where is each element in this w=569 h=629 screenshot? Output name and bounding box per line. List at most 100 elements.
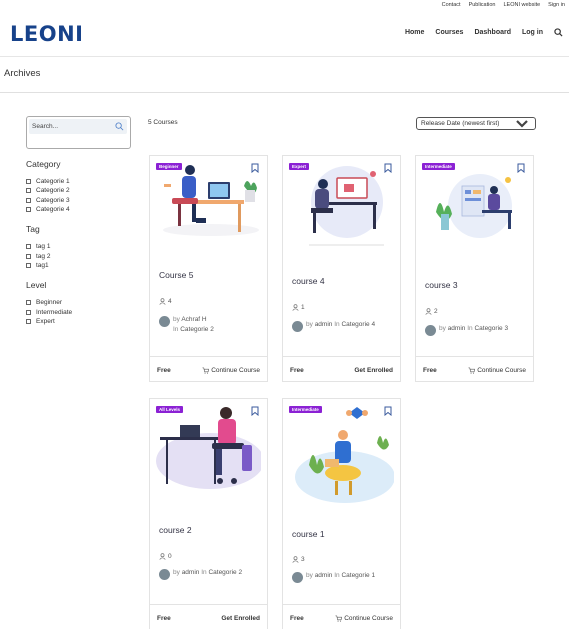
course-thumbnail[interactable] [289, 399, 394, 507]
category-filter-title: Category [26, 159, 61, 169]
course-title[interactable]: course 2 [159, 525, 192, 535]
checkbox[interactable] [26, 197, 31, 203]
card-footer: Free Continue Course [416, 356, 533, 383]
action-label: Continue Course [477, 366, 526, 374]
course-author: by admin In Categorie 4 [292, 321, 375, 332]
filter-option[interactable]: Categorie 4 [26, 205, 131, 214]
search-icon[interactable] [554, 28, 563, 37]
logo[interactable]: LEONI [10, 22, 83, 46]
course-author: by admin In Categorie 3 [425, 325, 508, 336]
bookmark-icon[interactable] [251, 163, 259, 173]
bookmark-icon[interactable] [384, 163, 392, 173]
filter-option-label: tag1 [36, 261, 49, 269]
filter-option[interactable]: Categorie 2 [26, 186, 131, 195]
level-badge: Beginner [156, 163, 182, 170]
bookmark-icon[interactable] [251, 406, 259, 416]
course-card[interactable]: Intermediate course 3 2 by admin In Cate… [415, 155, 534, 382]
course-title[interactable]: Course 5 [159, 270, 194, 280]
checkbox[interactable] [26, 188, 31, 194]
cart-icon [202, 367, 210, 374]
bookmark-icon[interactable] [384, 406, 392, 416]
author-name[interactable]: admin [315, 321, 333, 328]
sort-select[interactable]: Release Date (newest first) [416, 117, 536, 130]
avatar [159, 569, 170, 580]
bookmark-icon[interactable] [517, 163, 525, 173]
author-name[interactable]: Achraf H [181, 316, 206, 323]
level-badge: All Levels [156, 406, 184, 413]
in-label: In [334, 572, 340, 579]
level-badge: Intermediate [289, 406, 322, 413]
filter-option[interactable]: tag1 [26, 261, 131, 270]
course-card[interactable]: Intermediate course 1 3 by admin In Cate… [282, 398, 401, 629]
user-icon [159, 298, 166, 305]
course-thumbnail[interactable] [156, 399, 261, 495]
by-label: by [306, 321, 313, 328]
card-footer: Free Continue Course [150, 356, 267, 383]
filter-option-label: Categorie 4 [36, 206, 70, 214]
filter-option[interactable]: Intermediate [26, 307, 131, 316]
author-name[interactable]: admin [315, 572, 333, 579]
get-enrolled-button[interactable]: Get Enrolled [221, 615, 260, 622]
course-author: by Achraf H In Categorie 2 [159, 316, 214, 333]
avatar [159, 316, 170, 327]
card-footer: Free Continue Course [283, 604, 400, 629]
course-title[interactable]: course 3 [425, 280, 458, 290]
cart-icon [468, 367, 476, 374]
course-category[interactable]: Categorie 4 [341, 321, 375, 328]
student-count: 2 [425, 308, 438, 315]
filter-option-label: Categorie 1 [36, 178, 70, 186]
course-title[interactable]: course 4 [292, 276, 325, 286]
course-category[interactable]: Categorie 3 [474, 325, 508, 332]
course-card[interactable]: Beginner Course 5 4 by Achraf H In Categ… [149, 155, 268, 382]
student-count-value: 0 [168, 553, 172, 560]
student-count: 4 [159, 298, 172, 305]
get-enrolled-button[interactable]: Get Enrolled [354, 367, 393, 374]
course-category[interactable]: Categorie 1 [341, 572, 375, 579]
course-category[interactable]: Categorie 2 [208, 569, 242, 576]
course-card[interactable]: Expert course 4 1 by admin In Categorie … [282, 155, 401, 382]
course-price: Free [290, 366, 304, 374]
nav-dashboard[interactable]: Dashboard [474, 29, 511, 36]
course-count: 5 Courses [148, 119, 178, 126]
in-label: In [467, 325, 473, 332]
checkbox[interactable] [26, 207, 31, 213]
course-title[interactable]: course 1 [292, 529, 325, 539]
checkbox[interactable] [26, 244, 31, 250]
filter-option[interactable]: Categorie 3 [26, 196, 131, 205]
author-name[interactable]: admin [182, 569, 200, 576]
main-nav: Home Courses Dashboard Log in [405, 28, 563, 37]
filter-option[interactable]: tag 2 [26, 251, 131, 260]
nav-login[interactable]: Log in [522, 29, 543, 36]
nav-home[interactable]: Home [405, 29, 424, 36]
continue-course-button[interactable]: Continue Course [335, 615, 393, 622]
header-divider [0, 56, 569, 57]
checkbox[interactable] [26, 253, 31, 259]
checkbox[interactable] [26, 300, 31, 306]
filter-option[interactable]: tag 1 [26, 242, 131, 251]
course-price: Free [290, 614, 304, 622]
leoni-website-link[interactable]: LEONI website [503, 2, 540, 8]
course-author: by admin In Categorie 2 [159, 569, 242, 580]
checkbox[interactable] [26, 309, 31, 315]
author-name[interactable]: admin [448, 325, 466, 332]
title-divider [0, 92, 569, 93]
continue-course-button[interactable]: Continue Course [468, 367, 526, 374]
filter-option[interactable]: Categorie 1 [26, 177, 131, 186]
continue-course-button[interactable]: Continue Course [202, 367, 260, 374]
action-label: Continue Course [344, 614, 393, 622]
filter-option[interactable]: Beginner [26, 298, 131, 307]
search-input[interactable] [32, 123, 112, 130]
course-category[interactable]: Categorie 2 [180, 326, 214, 333]
checkbox[interactable] [26, 179, 31, 185]
course-card[interactable]: All Levels course 2 0 by admin In Catego… [149, 398, 268, 629]
course-illustration [295, 407, 394, 503]
checkbox[interactable] [26, 318, 31, 324]
search-icon[interactable] [115, 122, 124, 131]
filter-option[interactable]: Expert [26, 317, 131, 326]
contact-link[interactable]: Contact [442, 2, 461, 8]
checkbox[interactable] [26, 262, 31, 268]
sign-in-link[interactable]: Sign in [548, 2, 565, 8]
nav-courses[interactable]: Courses [435, 29, 463, 36]
publication-link[interactable]: Publication [469, 2, 496, 8]
card-footer: Free Get Enrolled [150, 604, 267, 629]
